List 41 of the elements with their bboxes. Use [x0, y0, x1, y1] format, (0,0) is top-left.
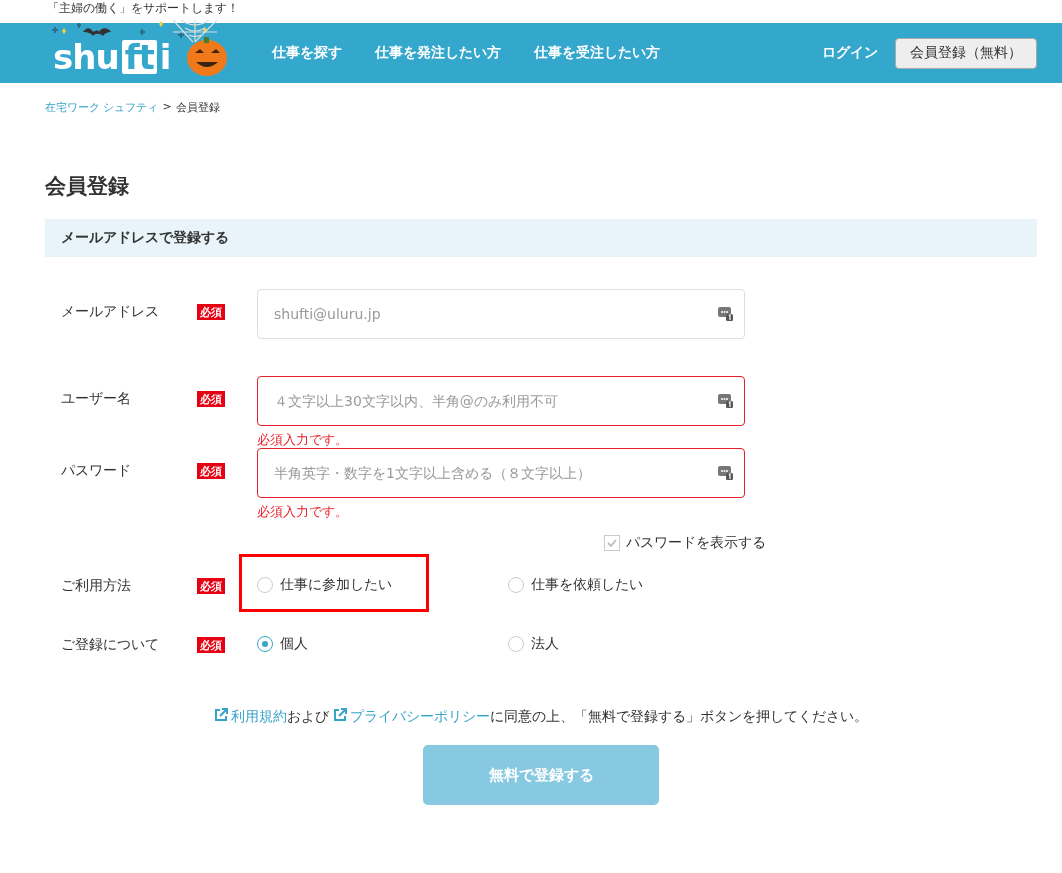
external-link-icon: [213, 708, 228, 722]
tagline: 「主婦の働く」をサポートします！: [46, 0, 240, 17]
input-field[interactable]: 半角英字・数字を1文字以上含める（８文字以上）: [257, 448, 745, 498]
radio-label: 仕事に参加したい: [280, 576, 392, 594]
nav-link[interactable]: 仕事を探す: [272, 44, 342, 62]
radio-label: 仕事を依頼したい: [531, 576, 643, 594]
input-field[interactable]: ４文字以上30文字以内、半角@のみ利用不可: [257, 376, 745, 426]
required-badge: 必須: [197, 391, 225, 407]
error-message: 必須入力です。: [257, 503, 349, 520]
error-message: 必須入力です。: [257, 431, 349, 448]
consent-text: 利用規約および プライバシーポリシーに同意の上、「無料で登録する」ボタンを押してください。: [45, 708, 1037, 726]
signup-button[interactable]: 会員登録（無料）: [895, 37, 1037, 69]
autofill-icon: [718, 465, 733, 480]
field-label: ユーザー名: [61, 389, 132, 408]
section-heading: メールアドレスで登録する: [45, 219, 1037, 257]
radio-label: 法人: [531, 635, 559, 653]
required-badge: 必須: [197, 637, 225, 653]
autofill-icon: [718, 393, 733, 408]
privacy-policy-link[interactable]: プライバシーポリシー: [333, 708, 491, 724]
breadcrumb-link[interactable]: 在宅ワーク シュフティ: [45, 100, 159, 114]
check-icon: [606, 537, 618, 549]
required-badge: 必須: [197, 463, 225, 479]
terms-link[interactable]: 利用規約: [213, 708, 287, 724]
shufti-logo[interactable]: shu ft i: [53, 37, 171, 77]
breadcrumb-text: 会員登録: [175, 100, 220, 114]
field-label: メールアドレス: [61, 302, 160, 321]
field-label: ご登録について: [61, 635, 160, 654]
breadcrumb-text: >: [162, 100, 172, 114]
required-badge: 必須: [197, 578, 225, 594]
login-link[interactable]: ログイン: [822, 44, 878, 62]
external-link-icon: [333, 708, 348, 722]
checkbox-label: パスワードを表示する: [626, 534, 766, 552]
required-badge: 必須: [197, 304, 225, 320]
field-label: パスワード: [61, 461, 132, 480]
field-label: ご利用方法: [61, 576, 132, 595]
nav-link[interactable]: 仕事を発注したい方: [375, 44, 501, 62]
nav-link[interactable]: 仕事を受注したい方: [534, 44, 660, 62]
radio-label: 個人: [280, 635, 308, 653]
checkbox[interactable]: [604, 535, 620, 551]
autofill-icon: [718, 306, 733, 321]
page-title: 会員登録: [45, 173, 130, 200]
